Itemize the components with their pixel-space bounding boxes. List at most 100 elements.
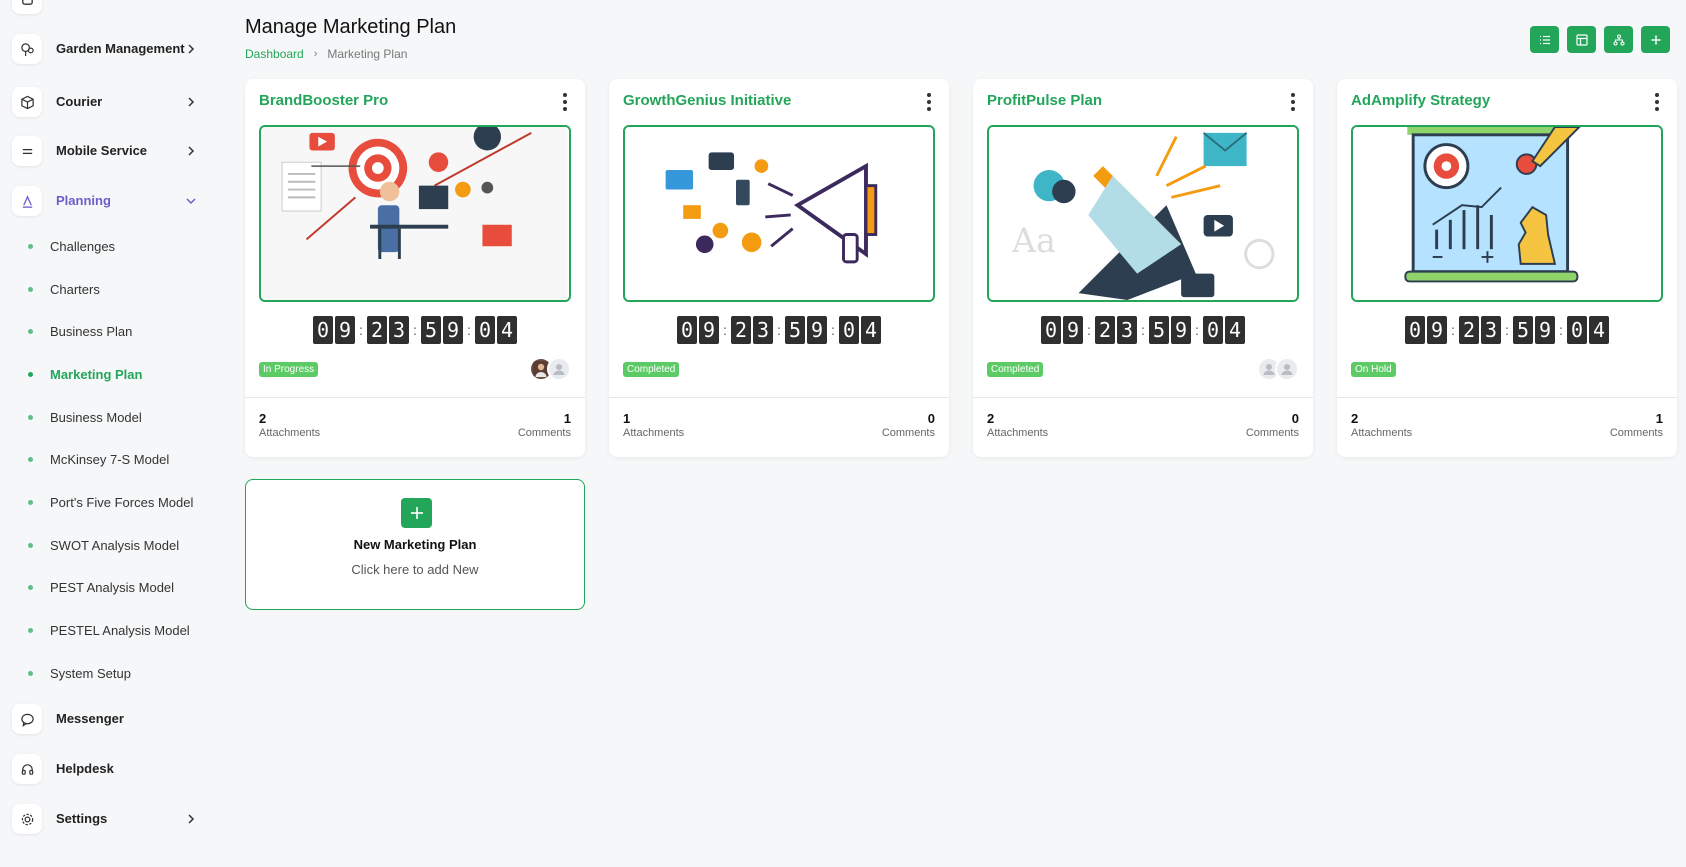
hierarchy-view-button[interactable] xyxy=(1604,26,1633,53)
hierarchy-icon xyxy=(1612,33,1625,46)
plus-icon xyxy=(1651,35,1660,44)
marketing-plan-card[interactable]: AdAmplify Strategy 09:23:59:04 On Hold 2… xyxy=(1337,79,1677,457)
sidebar-subitem-five-forces[interactable]: Port's Five Forces Model xyxy=(28,495,193,510)
timer-digit: 5 xyxy=(785,316,805,344)
sidebar-subitem-pestel[interactable]: PESTEL Analysis Model xyxy=(28,623,190,638)
bullet-icon xyxy=(28,500,33,505)
card-title[interactable]: AdAmplify Strategy xyxy=(1351,92,1490,109)
countdown-timer: 09:23:59:04 xyxy=(973,316,1313,344)
sidebar-item-mobile-service[interactable]: Mobile Service xyxy=(12,136,200,166)
marketing-plan-card[interactable]: ProfitPulse Plan Aa 09:23:59:04 Complete… xyxy=(973,79,1313,457)
bullet-icon xyxy=(28,628,33,633)
attachments-count: 1 xyxy=(623,411,631,426)
attachments-label: Attachments xyxy=(1351,427,1413,439)
attachments-count: 2 xyxy=(1351,411,1359,426)
sidebar-item-label: Courier xyxy=(56,94,103,109)
status-badge: On Hold xyxy=(1351,362,1396,377)
timer-separator: : xyxy=(1451,322,1455,338)
sidebar-subitem-label: SWOT Analysis Model xyxy=(50,538,180,553)
more-options-button[interactable] xyxy=(561,93,569,111)
timer-digit: 4 xyxy=(1225,316,1245,344)
card-title[interactable]: BrandBooster Pro xyxy=(259,92,388,109)
sidebar-subitem-label: Charters xyxy=(50,282,100,297)
timer-digit: 4 xyxy=(861,316,881,344)
card-divider xyxy=(609,397,949,398)
breadcrumb-current: Marketing Plan xyxy=(327,47,408,61)
breadcrumb-home-link[interactable]: Dashboard xyxy=(245,47,304,61)
letter-a-icon xyxy=(12,186,42,216)
equals-icon xyxy=(12,136,42,166)
card-title[interactable]: GrowthGenius Initiative xyxy=(623,92,791,109)
sidebar-item-label: Messenger xyxy=(56,711,124,726)
sidebar-item-settings[interactable]: Settings xyxy=(12,804,200,834)
list-view-button[interactable] xyxy=(1530,26,1559,53)
more-options-button[interactable] xyxy=(1289,93,1297,111)
timer-digit: 2 xyxy=(1095,316,1115,344)
sidebar-item-hidden[interactable] xyxy=(12,0,200,14)
gear-icon xyxy=(12,804,42,834)
bullet-icon xyxy=(28,287,33,292)
sidebar-item-helpdesk[interactable]: Helpdesk xyxy=(12,754,200,784)
attachments-label: Attachments xyxy=(623,427,685,439)
sidebar-item-planning[interactable]: Planning xyxy=(12,186,200,216)
card-title[interactable]: ProfitPulse Plan xyxy=(987,92,1102,109)
user-icon xyxy=(1281,364,1293,375)
comments-label: Comments xyxy=(1609,427,1663,439)
status-badge: Completed xyxy=(987,362,1044,377)
chevron-right-icon: › xyxy=(313,48,318,60)
avatar[interactable] xyxy=(547,357,571,381)
sidebar-subitem-charters[interactable]: Charters xyxy=(28,282,100,297)
timer-digit: 0 xyxy=(1567,316,1587,344)
sidebar-subitem-label: Challenges xyxy=(50,239,116,254)
attachments-label: Attachments xyxy=(259,427,321,439)
user-icon xyxy=(553,364,565,375)
attachments-stat: 2 Attachments xyxy=(1351,411,1413,440)
bullet-icon xyxy=(28,585,33,590)
attachments-count: 2 xyxy=(259,411,267,426)
sidebar-subitem-mckinsey-model[interactable]: McKinsey 7-S Model xyxy=(28,452,169,467)
sidebar-subitem-system-setup[interactable]: System Setup xyxy=(28,666,131,681)
assignee-avatars xyxy=(1257,357,1299,381)
sidebar-item-messenger[interactable]: Messenger xyxy=(12,704,200,734)
more-options-button[interactable] xyxy=(925,93,933,111)
sidebar-subitem-swot[interactable]: SWOT Analysis Model xyxy=(28,538,179,553)
sidebar-subitem-pest[interactable]: PEST Analysis Model xyxy=(28,580,174,595)
comments-label: Comments xyxy=(1245,427,1299,439)
comments-stat: 1 Comments xyxy=(518,412,571,440)
tree-icon xyxy=(12,34,42,64)
marketing-illustration-icon xyxy=(262,127,568,300)
timer-digit: 9 xyxy=(807,316,827,344)
timer-digit: 0 xyxy=(1405,316,1425,344)
marketing-plan-card[interactable]: GrowthGenius Initiative 09:23:59:04 Comp… xyxy=(609,79,949,457)
sidebar-subitem-business-model[interactable]: Business Model xyxy=(28,410,142,425)
add-button[interactable] xyxy=(401,498,432,528)
marketing-plan-card[interactable]: BrandBooster Pro 09:23:59:04 In Progress… xyxy=(245,79,585,457)
bullet-icon xyxy=(28,329,33,334)
timer-digit: 9 xyxy=(1535,316,1555,344)
kebab-dot-icon xyxy=(1291,93,1295,97)
grid-view-button[interactable] xyxy=(1567,26,1596,53)
timer-separator: : xyxy=(1087,322,1091,338)
bullet-icon xyxy=(28,543,33,548)
sidebar-item-label: Settings xyxy=(56,811,108,826)
chevron-right-icon xyxy=(188,146,195,156)
timer-digit: 0 xyxy=(1041,316,1061,344)
kebab-dot-icon xyxy=(563,107,567,111)
kebab-dot-icon xyxy=(1655,107,1659,111)
timer-digit: 9 xyxy=(443,316,463,344)
breadcrumb: Dashboard › Marketing Plan xyxy=(245,47,407,61)
more-options-button[interactable] xyxy=(1653,93,1661,111)
sidebar-subitem-business-plan[interactable]: Business Plan xyxy=(28,324,132,339)
sidebar-subitem-label: PESTEL Analysis Model xyxy=(50,623,190,638)
bullet-icon xyxy=(28,244,33,249)
kebab-dot-icon xyxy=(563,93,567,97)
sidebar-subitem-challenges[interactable]: Challenges xyxy=(28,239,115,254)
add-button[interactable] xyxy=(1641,26,1670,53)
timer-separator: : xyxy=(1505,322,1509,338)
sidebar-subitem-marketing-plan[interactable]: Marketing Plan xyxy=(28,367,142,382)
sidebar-item-courier[interactable]: Courier xyxy=(12,87,200,117)
sidebar-item-garden-management[interactable]: Garden Management xyxy=(12,34,200,64)
avatar[interactable] xyxy=(1275,357,1299,381)
new-marketing-plan-card[interactable]: New Marketing Plan Click here to add New xyxy=(245,479,585,610)
comments-stat: 0 Comments xyxy=(1245,412,1299,440)
